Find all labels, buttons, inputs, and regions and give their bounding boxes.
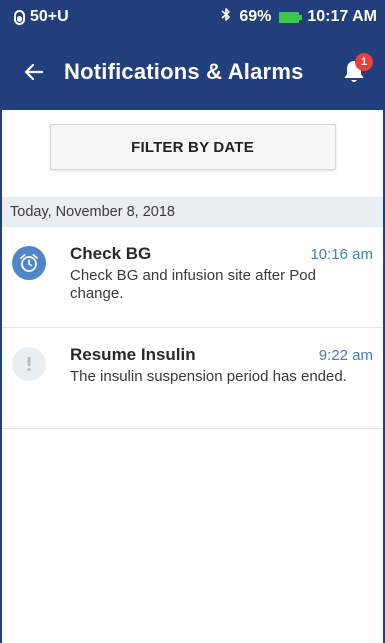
back-arrow-icon: [24, 63, 44, 81]
notification-body: Resume Insulin 9:22 am The insulin suspe…: [70, 345, 373, 428]
pod-status: 50+U: [14, 8, 69, 26]
status-bar: 50+U 69% 10:17 AM: [2, 0, 383, 34]
notification-item-check-bg[interactable]: Check BG 10:16 am Check BG and infusion …: [2, 227, 383, 328]
notification-time: 10:16 am: [310, 246, 373, 263]
notification-header: Check BG 10:16 am: [70, 244, 373, 264]
date-section-header: Today, November 8, 2018: [2, 197, 383, 227]
notification-text: The insulin suspension period has ended.: [70, 368, 347, 385]
device-screen: 50+U 69% 10:17 AM Notifications & Alarms: [0, 0, 385, 643]
exclamation-icon: [27, 357, 31, 371]
notification-title: Resume Insulin: [70, 345, 196, 364]
bluetooth-icon: [221, 7, 231, 27]
filter-by-date-button[interactable]: FILTER BY DATE: [49, 124, 336, 170]
notification-text: Check BG and infusion site after Pod cha…: [70, 267, 316, 302]
notification-icon-container: [12, 347, 46, 381]
notification-header: Resume Insulin 9:22 am: [70, 345, 373, 365]
notification-title: Check BG: [70, 244, 152, 263]
battery-icon: [279, 11, 303, 23]
app-bar: Notifications & Alarms 1: [2, 34, 383, 110]
notification-time: 9:22 am: [318, 347, 373, 364]
page-title: Notifications & Alarms: [64, 59, 304, 84]
notification-body: Check BG 10:16 am Check BG and infusion …: [70, 244, 373, 327]
notifications-content: FILTER BY DATE Today, November 8, 2018 C…: [2, 110, 383, 643]
notification-icon-container: [12, 246, 46, 280]
pod-label: 50+U: [30, 8, 69, 25]
notifications-bell-button[interactable]: 1: [339, 53, 373, 89]
back-button[interactable]: [20, 58, 48, 86]
battery-percent: 69%: [239, 8, 272, 25]
clock-time: 10:17 AM: [307, 8, 377, 25]
notification-count-badge: 1: [355, 53, 373, 71]
filter-container: FILTER BY DATE: [2, 110, 383, 170]
pod-icon: [14, 9, 25, 25]
system-status: 69% 10:17 AM: [221, 7, 377, 27]
notification-item-resume-insulin[interactable]: Resume Insulin 9:22 am The insulin suspe…: [2, 328, 383, 429]
alarm-clock-icon: [20, 254, 38, 272]
